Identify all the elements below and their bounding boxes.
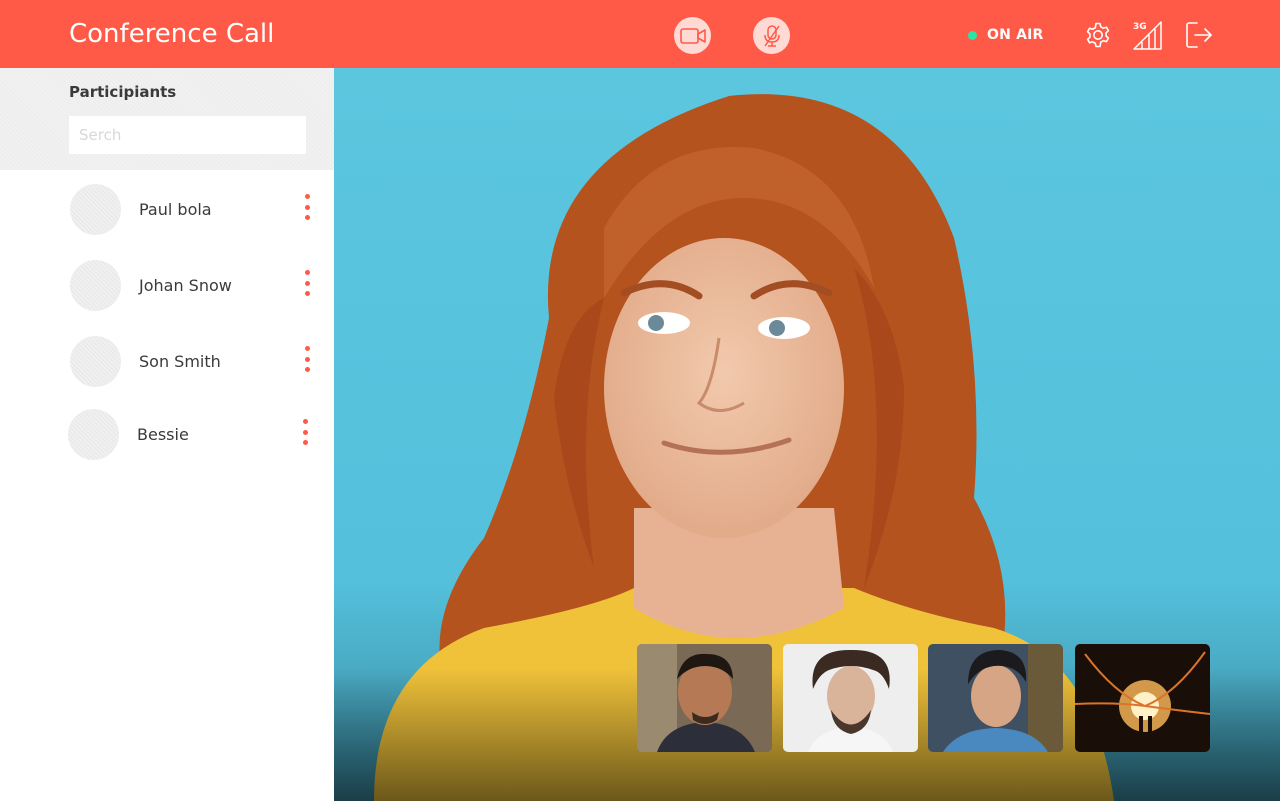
more-options-icon[interactable]: [301, 270, 313, 296]
participant-item[interactable]: Son Smith: [0, 332, 334, 392]
settings-button[interactable]: [1083, 20, 1113, 50]
participant-search-input[interactable]: [69, 116, 306, 154]
participant-thumbnail[interactable]: [928, 644, 1063, 752]
on-air-label: ON AIR: [987, 27, 1044, 43]
participant-thumbnail[interactable]: [637, 644, 772, 752]
participant-video-thumbnail: [637, 644, 772, 752]
mic-muted-icon: [763, 24, 780, 47]
app-title: Conference Call: [69, 19, 275, 49]
network-type-label: 3G: [1133, 22, 1147, 32]
participant-thumbnail[interactable]: [1075, 644, 1210, 752]
logout-icon: [1186, 22, 1212, 48]
more-options-icon[interactable]: [301, 346, 313, 372]
more-options-icon[interactable]: [299, 419, 311, 445]
signal-3g-icon: 3G: [1133, 21, 1162, 50]
participant-video-thumbnail: [1075, 644, 1210, 752]
avatar: [68, 409, 119, 460]
participant-video-thumbnail: [783, 644, 918, 752]
video-camera-icon: [679, 27, 706, 44]
more-options-icon[interactable]: [301, 194, 313, 220]
participant-name: Son Smith: [139, 352, 221, 371]
participant-name: Bessie: [137, 425, 189, 444]
mic-toggle-button[interactable]: [753, 17, 790, 54]
participant-item[interactable]: Bessie: [0, 405, 334, 465]
top-bar: Conference Call ON AIR 3G: [0, 0, 1280, 68]
participant-item[interactable]: Johan Snow: [0, 256, 334, 316]
gear-icon: [1086, 22, 1110, 48]
participant-thumbnail[interactable]: [783, 644, 918, 752]
participant-name: Johan Snow: [139, 276, 232, 295]
participants-sidebar: Participiants Paul bola Johan Snow Son S…: [0, 68, 334, 801]
network-signal-indicator: 3G: [1132, 20, 1164, 50]
avatar: [70, 260, 121, 311]
sidebar-title: Participiants: [69, 83, 177, 101]
participant-name: Paul bola: [139, 200, 212, 219]
participant-video-thumbnail: [928, 644, 1063, 752]
avatar: [70, 184, 121, 235]
leave-call-button[interactable]: [1184, 20, 1214, 50]
video-toggle-button[interactable]: [674, 17, 711, 54]
main-video-feed[interactable]: [334, 68, 1280, 801]
avatar: [70, 336, 121, 387]
participant-item[interactable]: Paul bola: [0, 180, 334, 240]
live-indicator-dot: [968, 30, 977, 40]
on-air-status: ON AIR: [968, 26, 1044, 44]
sidebar-header: Participiants: [0, 68, 334, 170]
